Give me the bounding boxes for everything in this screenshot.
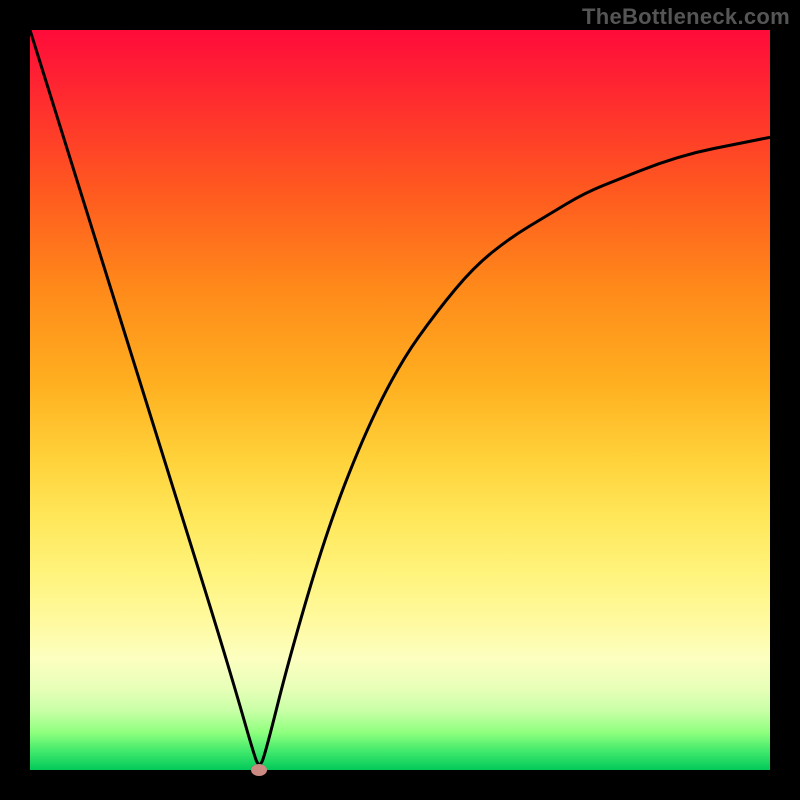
plot-area [30,30,770,770]
watermark-text: TheBottleneck.com [582,4,790,30]
bottleneck-curve [30,30,770,764]
chart-frame: TheBottleneck.com [0,0,800,800]
curve-svg [30,30,770,770]
optimum-marker [251,764,267,776]
